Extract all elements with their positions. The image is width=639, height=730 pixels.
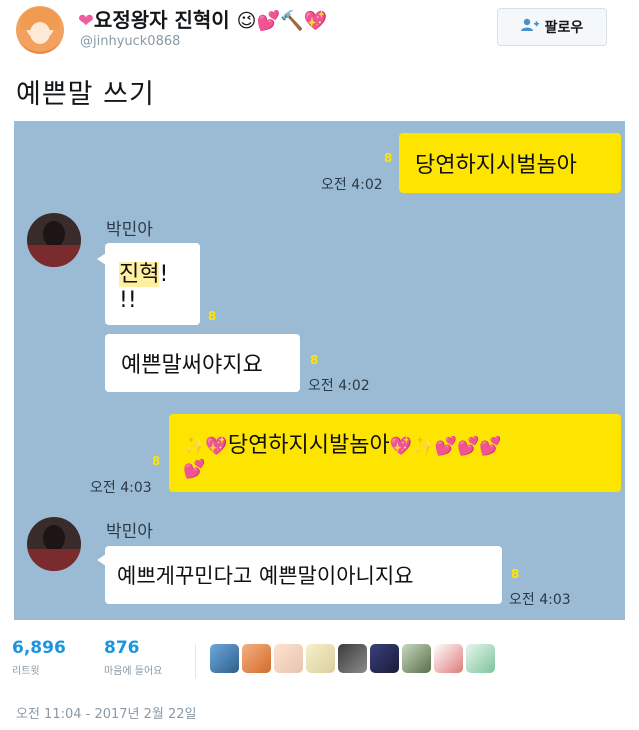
read-count: 8 — [208, 309, 217, 323]
liker-avatar[interactable] — [370, 644, 399, 673]
tweet-header: ❤요정왕자 진혁이 😉💕🔨💖 @jinhyuck0868 팔로우 — [0, 0, 639, 62]
read-count: 8 — [511, 567, 520, 581]
sender-avatar — [27, 517, 81, 571]
heart-emoji: 💕 — [183, 458, 206, 480]
retweet-label: 리트윗 — [12, 666, 40, 677]
message-time: 오전 4:03 — [509, 592, 571, 608]
tweet-text: 예쁜말 쓰기 — [16, 79, 155, 110]
liker-avatar[interactable] — [210, 644, 239, 673]
sender-name: 박민아 — [106, 220, 153, 240]
my-message-bubble: 당연하지시벌놈아 — [399, 133, 621, 193]
message-time: 오전 4:02 — [321, 177, 383, 193]
follow-button[interactable]: 팔로우 — [497, 8, 607, 46]
like-count: 876 — [104, 638, 140, 658]
display-name[interactable]: ❤요정왕자 진혁이 😉💕🔨💖 — [78, 4, 327, 33]
chat-screenshot[interactable]: 8 오전 4:02 당연하지시벌놈아 박민아 진혁! !! 8 예쁜말써야지요 … — [14, 121, 625, 620]
message-text: 예쁘게꾸민다고 예쁜말이아니지요 — [117, 564, 414, 588]
retweet-stat[interactable]: 6,896 리트윗 — [12, 638, 66, 677]
liker-avatar[interactable] — [306, 644, 335, 673]
their-message-bubble: 예쁘게꾸민다고 예쁜말이아니지요 — [105, 546, 502, 604]
their-message-bubble: 예쁜말써야지요 — [105, 334, 300, 392]
read-count: 8 — [310, 353, 319, 367]
sender-avatar — [27, 213, 81, 267]
user-avatar[interactable] — [16, 6, 64, 54]
read-count: 8 — [152, 454, 161, 468]
message-text: 당연하지시발놈아 — [227, 432, 390, 458]
avatar-head — [43, 221, 65, 247]
display-name-text: 요정왕자 진혁이 — [93, 8, 230, 32]
avatar-head — [43, 525, 65, 551]
like-label: 마음에 들어요 — [104, 666, 163, 677]
message-text-line2: !! — [119, 287, 137, 313]
message-text: ! — [159, 261, 169, 287]
my-message-bubble: ✨💖당연하지시발놈아💖✨💕💕💕 💕 — [169, 414, 621, 492]
message-time: 오전 4:03 — [90, 480, 152, 496]
avatar-body — [27, 245, 81, 267]
avatar-face — [30, 22, 50, 44]
message-text: 예쁜말써야지요 — [121, 353, 263, 378]
sender-name: 박민아 — [106, 522, 153, 542]
message-text: 당연하지시벌놈아 — [415, 153, 577, 178]
highlighted-text: 진혁 — [119, 261, 160, 287]
person-plus-icon — [520, 18, 539, 36]
liker-avatar[interactable] — [434, 644, 463, 673]
heart-emoji: ❤ — [78, 10, 94, 32]
tweet-stats: 6,896 리트윗 876 마음에 들어요 — [0, 630, 639, 686]
follow-label: 팔로우 — [544, 20, 584, 36]
retweet-count: 6,896 — [12, 638, 66, 658]
tweet-timestamp[interactable]: 오전 11:04 - 2017년 2월 22일 — [16, 703, 197, 722]
avatar-body — [27, 549, 81, 571]
liker-avatar[interactable] — [274, 644, 303, 673]
like-stat[interactable]: 876 마음에 들어요 — [104, 638, 162, 677]
sparkle-heart-emoji: ✨💖 — [183, 435, 228, 457]
hearts-emoji: 💖✨💕💕💕 — [389, 435, 502, 457]
liker-avatar[interactable] — [242, 644, 271, 673]
message-time: 오전 4:02 — [308, 378, 370, 394]
emoji-decoration: 😉💕🔨💖 — [236, 10, 328, 32]
liker-avatar[interactable] — [466, 644, 495, 673]
user-handle[interactable]: @jinhyuck0868 — [80, 34, 180, 49]
their-message-bubble: 진혁! !! — [105, 243, 200, 325]
liker-avatar[interactable] — [338, 644, 367, 673]
liker-avatars — [210, 644, 495, 673]
liker-avatar[interactable] — [402, 644, 431, 673]
stats-divider — [195, 644, 196, 678]
read-count: 8 — [384, 151, 393, 165]
